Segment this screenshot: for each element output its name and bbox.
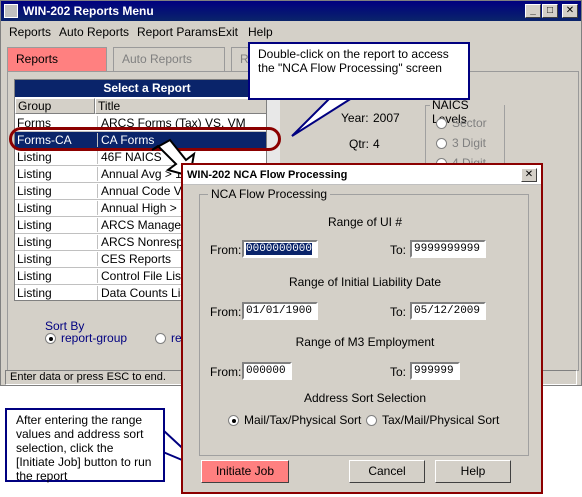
dialog-title: WIN-202 NCA Flow Processing (183, 165, 541, 185)
m3-from-input[interactable]: 000000 (242, 362, 292, 380)
callout-top: Double-click on the report to access the… (248, 42, 470, 100)
cancel-button[interactable]: Cancel (349, 460, 425, 483)
ui-from-label: From: (210, 243, 242, 257)
mail-tax-physical-label: Mail/Tax/Physical Sort (244, 413, 362, 427)
ui-to-label: To: (390, 243, 407, 257)
nca-flow-dialog: WIN-202 NCA Flow Processing ✕ NCA Flow P… (181, 163, 543, 494)
tax-mail-physical-label: Tax/Mail/Physical Sort (382, 413, 500, 427)
ui-range-label: Range of UI # (327, 215, 403, 229)
liability-to-input[interactable]: 05/12/2009 (410, 302, 486, 320)
mail-tax-physical-radio[interactable] (228, 415, 239, 426)
liability-range-label: Range of Initial Liability Date (288, 275, 442, 289)
m3-to-label: To: (390, 365, 407, 379)
nca-flow-group: NCA Flow Processing Range of UI # From: … (199, 187, 529, 456)
m3-range-label: Range of M3 Employment (295, 335, 435, 349)
liability-to-label: To: (390, 305, 407, 319)
callout-top-pointer (291, 97, 356, 137)
m3-to-input[interactable]: 999999 (410, 362, 460, 380)
callout-bottom: After entering the range values and addr… (5, 408, 165, 483)
ui-from-input[interactable]: 0000000000 (242, 240, 318, 258)
liability-from-input[interactable]: 01/01/1900 (242, 302, 318, 320)
initiate-job-button[interactable]: Initiate Job (201, 460, 289, 483)
m3-from-label: From: (210, 365, 242, 379)
ui-to-input[interactable]: 9999999999 (410, 240, 486, 258)
liability-from-label: From: (210, 305, 242, 319)
nca-flow-group-label: NCA Flow Processing (208, 187, 331, 201)
tax-mail-physical-radio[interactable] (366, 415, 377, 426)
help-button[interactable]: Help (435, 460, 511, 483)
dialog-close-button[interactable]: ✕ (521, 168, 537, 182)
address-sort-label: Address Sort Selection (303, 391, 427, 405)
